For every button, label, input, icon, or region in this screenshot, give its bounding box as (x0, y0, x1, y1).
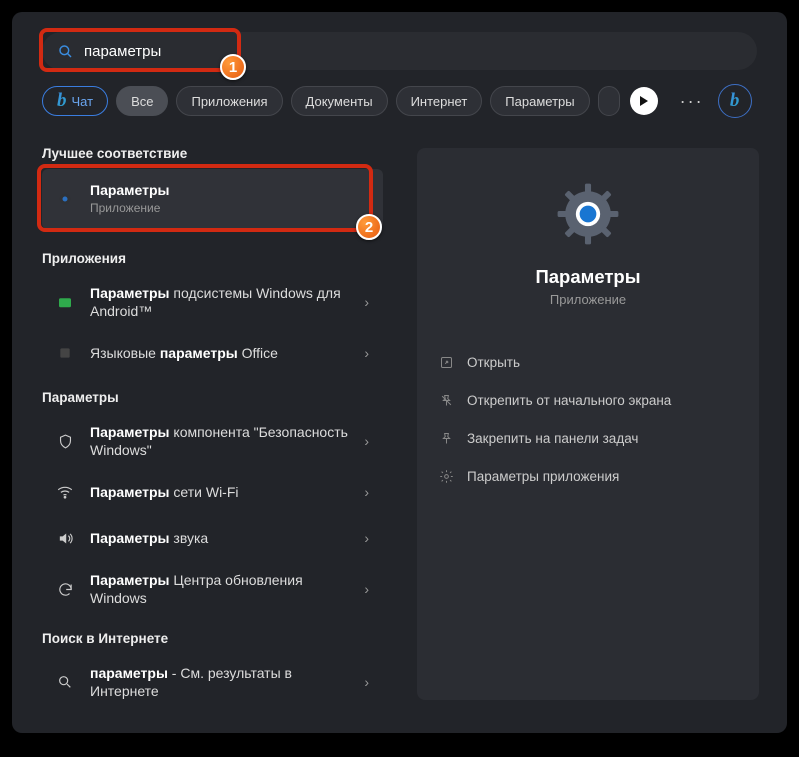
chevron-right-icon: › (364, 530, 369, 546)
detail-card: Параметры Приложение Открыть Открепить о… (417, 148, 759, 700)
detail-subtitle: Приложение (417, 292, 759, 307)
filter-all[interactable]: Все (116, 86, 168, 116)
result-setting-wifi[interactable]: Параметры сети Wi-Fi › (42, 469, 383, 515)
result-setting-security[interactable]: Параметры компонента "Безопасность Windo… (42, 413, 383, 469)
search-input[interactable] (84, 43, 743, 60)
chevron-right-icon: › (364, 433, 369, 449)
gear-icon (437, 467, 455, 485)
result-setting-update[interactable]: Параметры Центра обновления Windows › (42, 561, 383, 617)
action-unpin-label: Открепить от начального экрана (467, 393, 671, 408)
bing-icon: b (57, 90, 67, 112)
annotation-badge-2: 2 (356, 214, 382, 240)
filter-more-truncated[interactable] (598, 86, 620, 116)
action-open-label: Открыть (467, 355, 520, 370)
results-left-pane: Лучшее соответствие Параметры Приложение… (12, 136, 387, 710)
action-unpin-start[interactable]: Открепить от начального экрана (431, 381, 745, 419)
section-settings: Параметры (42, 390, 383, 405)
filter-chat[interactable]: b Чат (42, 86, 108, 116)
office-icon (54, 342, 76, 364)
search-icon (54, 671, 76, 693)
filter-web[interactable]: Интернет (396, 86, 483, 116)
filter-row: b Чат Все Приложения Документы Интернет … (42, 84, 757, 118)
section-best-match: Лучшее соответствие (42, 146, 383, 161)
filter-chat-label: Чат (72, 94, 94, 109)
search-panel: 1 b Чат Все Приложения Документы Интерне… (12, 12, 787, 733)
result-title: Параметры (90, 182, 170, 198)
android-icon (54, 291, 76, 313)
wifi-icon (54, 481, 76, 503)
result-app-wsa[interactable]: Параметры подсистемы Windows для Android… (42, 274, 383, 330)
chevron-right-icon: › (364, 484, 369, 500)
settings-large-icon (550, 176, 626, 252)
filter-settings[interactable]: Параметры (490, 86, 589, 116)
section-web: Поиск в Интернете (42, 631, 383, 646)
shield-icon (54, 430, 76, 452)
result-app-office-lang[interactable]: Языковые параметры Office › (42, 330, 383, 376)
result-subtitle: Приложение (90, 201, 353, 217)
filter-docs[interactable]: Документы (291, 86, 388, 116)
more-menu-button[interactable]: ··· (680, 91, 704, 112)
settings-icon (54, 188, 76, 210)
action-pin-taskbar[interactable]: Закрепить на панели задач (431, 419, 745, 457)
unpin-icon (437, 391, 455, 409)
result-setting-sound[interactable]: Параметры звука › (42, 515, 383, 561)
action-open[interactable]: Открыть (431, 343, 745, 381)
action-app-settings-label: Параметры приложения (467, 469, 619, 484)
result-web-search[interactable]: параметры - См. результаты в Интернете › (42, 654, 383, 710)
chevron-right-icon: › (364, 674, 369, 690)
pin-icon (437, 429, 455, 447)
result-best-match[interactable]: Параметры Приложение 2 (42, 169, 383, 229)
bing-icon: b (730, 90, 740, 112)
action-app-settings[interactable]: Параметры приложения (431, 457, 745, 495)
open-icon (437, 353, 455, 371)
bing-chat-button[interactable]: b (718, 84, 752, 118)
filter-apps[interactable]: Приложения (176, 86, 282, 116)
play-button[interactable] (630, 87, 658, 115)
chevron-right-icon: › (364, 345, 369, 361)
detail-title: Параметры (417, 266, 759, 288)
chevron-right-icon: › (364, 581, 369, 597)
refresh-icon (54, 578, 76, 600)
speaker-icon (54, 527, 76, 549)
annotation-badge-1: 1 (220, 54, 246, 80)
action-pin-label: Закрепить на панели задач (467, 431, 638, 446)
detail-pane: Параметры Приложение Открыть Открепить о… (387, 136, 787, 710)
section-apps: Приложения (42, 251, 383, 266)
chevron-right-icon: › (364, 294, 369, 310)
search-bar[interactable]: 1 (42, 32, 757, 70)
play-icon (639, 96, 649, 106)
search-icon (56, 42, 74, 60)
